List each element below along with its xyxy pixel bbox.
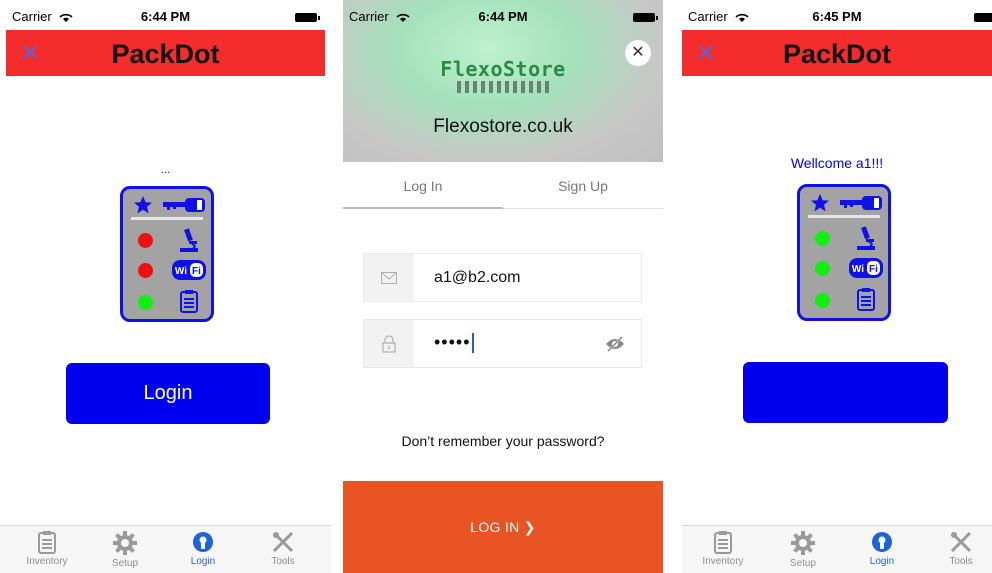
tools-icon [950,531,972,553]
text-caret [471,333,474,354]
key-icon [840,196,882,210]
tab-label: Setup [111,558,139,569]
packdot-welcome-screen: Carrier 6:45 PM ✕ PackDot Wellcome a1!!!… [682,0,992,573]
packdot-login-screen: Carrier 6:44 PM ✕ PackDot ... Wi Fi Login… [0,0,331,573]
login-icon [193,532,213,552]
led-red [138,263,153,278]
microscope-icon [857,226,875,250]
wifi-badge-icon: Wi Fi [172,260,206,280]
app-header: ✕ PackDot [6,30,325,76]
flexostore-logo: FlexoStore [440,57,566,81]
gear-icon [791,531,815,555]
tab-label: Login [869,556,895,567]
password-field[interactable]: ••••• [363,319,642,368]
svg-text:Fi: Fi [192,266,201,277]
gear-icon [113,531,137,555]
envelope-icon [381,272,397,284]
app-header: ✕ PackDot [682,30,992,76]
divider [808,215,880,218]
clipboard-icon [38,531,56,554]
tab-login[interactable]: Login [168,530,238,567]
clipboard-icon [714,531,732,554]
active-tab-indicator [343,207,503,209]
tab-inventory[interactable]: Inventory [688,530,758,567]
svg-text:Wi: Wi [175,266,187,277]
status-time: 6:44 PM [140,9,191,24]
forgot-password-link[interactable]: Don’t remember your password? [343,433,663,449]
tab-tools[interactable]: Tools [926,530,992,567]
tab-label: Setup [789,558,817,569]
device-status-panel: Wi Fi [120,186,214,322]
auth-tabs: Log In Sign Up [343,162,663,209]
app-title: PackDot [111,39,220,69]
logo-checker-pattern [457,81,553,93]
svg-text:Fi: Fi [869,264,878,275]
battery-icon [974,13,992,22]
login-button[interactable]: Login [66,363,270,424]
led-red [138,233,153,248]
tab-setup[interactable]: Setup [90,530,160,569]
led-green [138,295,153,310]
lock-icon [382,335,396,353]
tab-login[interactable]: Login [847,530,917,567]
battery-icon [633,13,658,22]
wifi-badge-icon: Wi Fi [849,258,883,278]
tab-setup[interactable]: Setup [768,530,838,569]
tab-bar: Inventory Setup Login Tools [0,525,331,573]
tab-label: Tools [949,556,973,567]
flexostore-login-sheet: Carrier 6:44 PM ✕ FlexoStore Flexostore.… [343,0,663,573]
tab-inventory[interactable]: Inventory [12,530,82,567]
eye-slash-icon[interactable] [605,336,625,352]
tab-sign-up[interactable]: Sign Up [503,178,663,194]
email-value: a1@b2.com [434,269,521,286]
tools-icon [272,531,294,553]
status-time: 6:45 PM [812,9,862,24]
star-icon [811,194,829,212]
status-ellipsis: ... [160,162,171,176]
clipboard-icon [857,288,875,311]
status-time: 6:44 PM [478,9,528,24]
star-icon [134,196,152,214]
status-bar: Carrier 6:44 PM [0,0,331,30]
login-icon [872,532,892,552]
email-field[interactable]: a1@b2.com [363,253,642,302]
log-in-button[interactable]: LOG IN ❯ [343,481,663,573]
logged-in-button[interactable] [743,362,948,423]
tab-label: Inventory [702,556,744,567]
app-title: PackDot [782,39,892,69]
device-status-panel: Wi Fi [797,184,891,321]
password-icon-box [364,320,414,367]
tab-tools[interactable]: Tools [248,530,318,567]
microscope-icon [180,228,198,252]
clipboard-icon [180,290,198,313]
tab-label: Login [190,556,216,567]
svg-text:Wi: Wi [852,264,864,275]
led-green [815,231,830,246]
welcome-message: Wellcome a1!!! [790,155,884,171]
status-bar: Carrier 6:44 PM [343,0,663,30]
led-green [815,261,830,276]
site-name: Flexostore.co.uk [433,116,573,137]
tab-label: Tools [271,556,295,567]
tab-log-in[interactable]: Log In [343,178,503,194]
tab-bar: Inventory Setup Login Tools [682,525,992,573]
battery-icon [295,13,320,22]
divider [131,217,203,220]
led-green [815,293,830,308]
tab-label: Inventory [26,556,68,567]
password-value: ••••• [434,332,474,354]
email-icon-box [364,254,414,301]
key-icon [163,198,205,212]
status-bar: Carrier 6:45 PM [682,0,992,30]
hero-banner: Carrier 6:44 PM ✕ FlexoStore Flexostore.… [343,0,663,162]
